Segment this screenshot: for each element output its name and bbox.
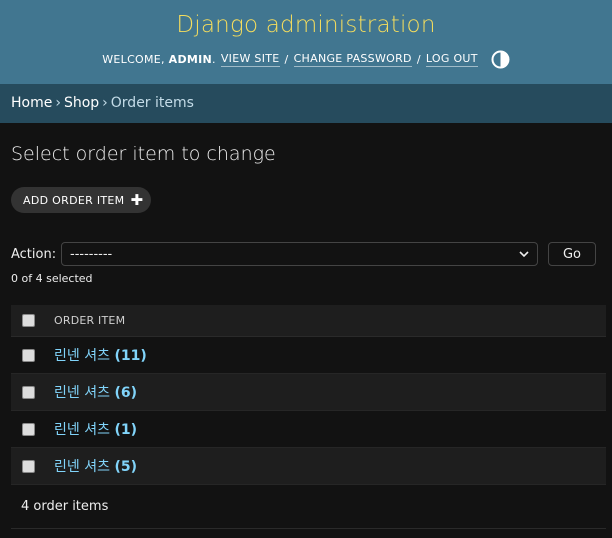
half-circle-contrast-icon[interactable]: [491, 50, 510, 69]
order-item-link[interactable]: 린넨 셔츠 (11): [54, 345, 147, 365]
content: Select order item to change Add order it…: [0, 123, 612, 529]
order-item-name: 린넨 셔츠: [54, 385, 110, 401]
header: Django administration Welcome, admin. Vi…: [0, 0, 612, 84]
row-checkbox[interactable]: [22, 385, 35, 399]
page-title: Select order item to change: [11, 143, 276, 165]
action-label: Action:: [11, 246, 57, 262]
chevron-down-icon: [519, 251, 529, 258]
table-row: 린넨 셔츠 (11): [11, 337, 606, 374]
breadcrumb-app[interactable]: Shop: [64, 95, 99, 111]
breadcrumb-separator: ›: [102, 95, 108, 111]
table-row: 린넨 셔츠 (1): [11, 411, 606, 448]
column-header-order-item[interactable]: Order item: [54, 314, 125, 327]
breadcrumb-separator: ›: [55, 95, 61, 111]
order-item-quantity: (11): [114, 348, 147, 364]
username: admin: [168, 53, 213, 66]
breadcrumb-home[interactable]: Home: [11, 95, 52, 111]
selected-count: 0 of 4 selected: [11, 272, 93, 285]
row-checkbox[interactable]: [22, 422, 35, 436]
table-body: 린넨 셔츠 (11) 린넨 셔츠 (6) 린넨 셔츠 (1) 린넨 셔츠 (5): [11, 337, 606, 485]
go-button[interactable]: Go: [548, 242, 596, 266]
welcome-text: Welcome, admin.: [102, 53, 216, 66]
action-select[interactable]: ---------: [61, 242, 538, 266]
paginator: 4 order items: [11, 485, 606, 529]
plus-icon: ✚: [130, 190, 144, 209]
order-item-quantity: (5): [114, 459, 137, 475]
change-password-link[interactable]: Change password: [293, 52, 412, 67]
order-item-quantity: (6): [114, 385, 137, 401]
table-header: Order item: [11, 305, 606, 337]
user-tools: Welcome, admin. View site / Change passw…: [0, 50, 612, 69]
row-checkbox[interactable]: [22, 459, 35, 473]
table-row: 린넨 셔츠 (5): [11, 448, 606, 485]
add-order-item-button[interactable]: Add order item ✚: [11, 187, 152, 213]
welcome-label: Welcome,: [102, 53, 165, 66]
actions-bar: Action: --------- Go: [11, 242, 601, 266]
breadcrumb-current: Order items: [110, 95, 194, 111]
separator: /: [284, 53, 289, 66]
separator: /: [416, 53, 421, 66]
select-all-checkbox[interactable]: [22, 314, 35, 327]
log-out-link[interactable]: Log out: [425, 52, 478, 67]
add-button-label: Add order item: [23, 193, 125, 207]
result-list-table: Order item 린넨 셔츠 (11) 린넨 셔츠 (6) 린넨 셔츠 (1) 린…: [11, 305, 606, 485]
table-row: 린넨 셔츠 (6): [11, 374, 606, 411]
order-item-quantity: (1): [114, 422, 137, 438]
row-checkbox[interactable]: [22, 348, 35, 362]
view-site-link[interactable]: View site: [220, 52, 280, 67]
site-name[interactable]: Django administration: [0, 10, 612, 40]
order-item-link[interactable]: 린넨 셔츠 (5): [54, 456, 137, 476]
action-select-value: ---------: [70, 246, 113, 262]
order-item-name: 린넨 셔츠: [54, 348, 110, 364]
order-item-link[interactable]: 린넨 셔츠 (1): [54, 419, 137, 439]
breadcrumb: Home › Shop › Order items: [0, 84, 612, 123]
order-item-link[interactable]: 린넨 셔츠 (6): [54, 382, 137, 402]
order-item-name: 린넨 셔츠: [54, 422, 110, 438]
order-item-name: 린넨 셔츠: [54, 459, 110, 475]
